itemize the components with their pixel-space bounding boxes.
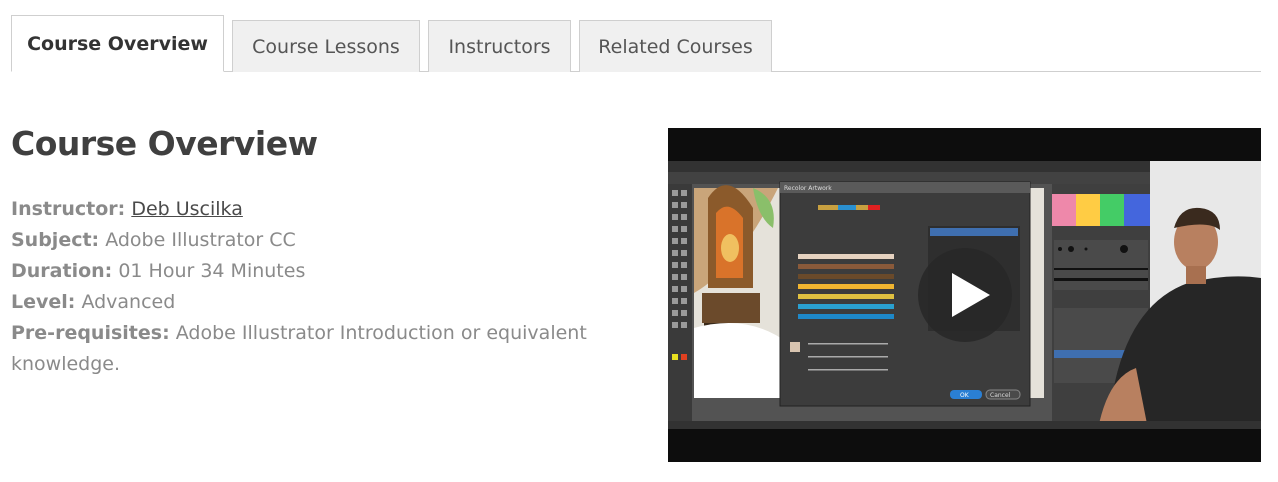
subject-label: Subject: (11, 229, 100, 251)
subject-row: Subject: Adobe Illustrator CC (11, 225, 611, 256)
duration-label: Duration: (11, 260, 113, 282)
svg-text:Recolor Artwork: Recolor Artwork (784, 185, 832, 192)
instructor-label: Instructor: (11, 198, 126, 220)
svg-text:Cancel: Cancel (990, 392, 1011, 399)
duration-row: Duration: 01 Hour 34 Minutes (11, 256, 611, 287)
course-details: Instructor: Deb Uscilka Subject: Adobe I… (11, 194, 611, 380)
svg-text:OK: OK (960, 392, 970, 399)
prereq-label: Pre-requisites: (11, 322, 170, 344)
tab-instructors[interactable]: Instructors (428, 20, 571, 72)
tab-related-courses[interactable]: Related Courses (579, 20, 772, 72)
subject-value: Adobe Illustrator CC (105, 229, 296, 251)
tab-bar: Course Overview Course Lessons Instructo… (11, 15, 1261, 72)
prereq-row: Pre-requisites: Adobe Illustrator Introd… (11, 318, 611, 349)
page-title: Course Overview (11, 124, 318, 163)
prereq-value-line1: Adobe Illustrator Introduction or equiva… (175, 322, 587, 344)
instructor-row: Instructor: Deb Uscilka (11, 194, 611, 225)
prereq-row-continued: knowledge. (11, 349, 611, 380)
duration-value: 01 Hour 34 Minutes (118, 260, 306, 282)
tab-course-lessons[interactable]: Course Lessons (232, 20, 420, 72)
instructor-link[interactable]: Deb Uscilka (131, 198, 243, 220)
play-icon (952, 273, 990, 317)
level-label: Level: (11, 291, 76, 313)
level-row: Level: Advanced (11, 287, 611, 318)
tab-course-overview[interactable]: Course Overview (11, 15, 224, 72)
prereq-value-line2: knowledge. (11, 353, 121, 375)
play-button[interactable] (918, 248, 1012, 342)
level-value: Advanced (81, 291, 176, 313)
course-video-player[interactable]: Recolor Artwork OK Cancel (668, 128, 1261, 462)
